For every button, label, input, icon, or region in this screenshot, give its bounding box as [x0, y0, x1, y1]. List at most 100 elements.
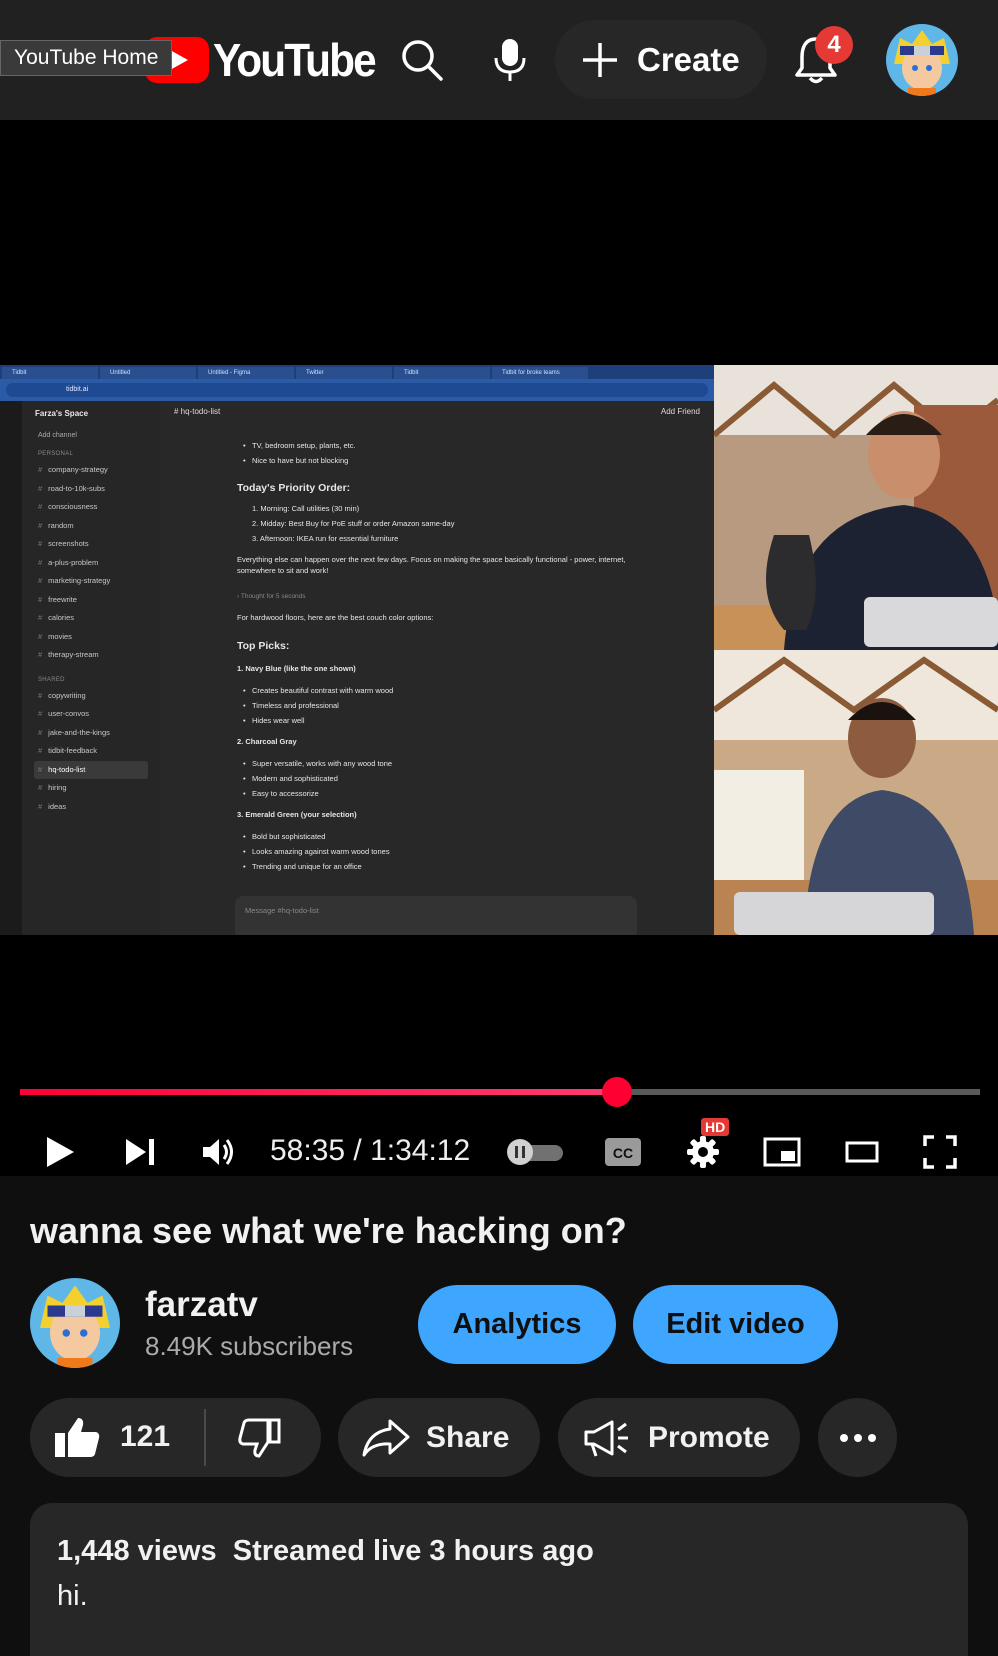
like-thumb-icon[interactable]: [54, 1416, 100, 1466]
chat-line: Nice to have but not blocking: [243, 455, 652, 466]
youtube-logo[interactable]: YouTube: [145, 34, 389, 86]
miniplayer-icon[interactable]: [762, 1120, 802, 1184]
like-count[interactable]: 121: [120, 1420, 170, 1454]
channel-item: copywriting: [22, 687, 160, 706]
time-display: 58:35 / 1:34:12: [270, 1134, 471, 1167]
browser-tab: Untitled: [100, 367, 196, 379]
subscriber-count: 8.49K subscribers: [145, 1331, 354, 1361]
progress-played: [20, 1089, 617, 1095]
edit-video-button[interactable]: Edit video: [633, 1285, 838, 1364]
plus-icon: [583, 42, 617, 77]
promote-label: Promote: [648, 1420, 770, 1454]
chat-line: Timeless and professional: [243, 700, 652, 711]
chat-heading: Top Picks:: [237, 640, 290, 652]
channel-item: road-to-10k-subs: [22, 480, 160, 499]
more-actions-button[interactable]: [818, 1398, 897, 1477]
space-name: Farza's Space: [35, 409, 89, 418]
share-arrow-icon: [362, 1419, 410, 1456]
browser-tab: Twitter: [296, 367, 392, 379]
create-label: Create: [637, 40, 740, 78]
svg-text:CC: CC: [613, 1145, 633, 1161]
chat-line: 2. Midday: Best Buy for PoE stuff or ord…: [252, 519, 455, 528]
video-player[interactable]: Tidbit Untitled Untitled - Figma Twitter…: [0, 120, 998, 1176]
analytics-button[interactable]: Analytics: [418, 1285, 616, 1364]
channel-item: therapy-stream: [22, 646, 160, 665]
play-icon[interactable]: [40, 1120, 80, 1184]
channel-item: user-convos: [22, 705, 160, 724]
channel-item: company-strategy: [22, 461, 160, 480]
message-input: Message #hq-todo-list: [235, 896, 637, 935]
channel-item: jake-and-the-kings: [22, 724, 160, 743]
chat-line: For hardwood floors, here are the best c…: [237, 613, 434, 622]
search-icon[interactable]: [396, 34, 448, 86]
description-meta: 1,448 views Streamed live 3 hours ago: [57, 1535, 594, 1568]
channel-item: calories: [22, 609, 160, 628]
personal-section-label: PERSONAL: [38, 451, 74, 457]
channel-avatar[interactable]: [30, 1278, 120, 1368]
megaphone-icon: [584, 1420, 628, 1456]
chat-line: Modern and sophisticated: [243, 773, 652, 784]
chat-line: 1. Navy Blue (like the one shown): [237, 664, 356, 673]
progress-scrubber[interactable]: [602, 1077, 632, 1107]
chat-line: 3. Emerald Green (your selection): [237, 810, 357, 819]
browser-tabstrip: Tidbit Untitled Untitled - Figma Twitter…: [0, 365, 714, 379]
chat-line: Super versatile, works with any wood ton…: [243, 758, 652, 769]
chat-line: Creates beautiful contrast with warm woo…: [243, 685, 652, 696]
chat-line: 3. Afternoon: IKEA run for essential fur…: [252, 534, 399, 543]
channel-item: movies: [22, 628, 160, 647]
webcam-feed-1: [714, 365, 998, 650]
dislike-thumb-icon[interactable]: [237, 1418, 281, 1466]
account-avatar[interactable]: [886, 24, 958, 96]
captions-icon[interactable]: CC: [603, 1120, 643, 1184]
chat-line: Looks amazing against warm wood tones: [243, 846, 652, 857]
chat-heading: Today's Priority Order:: [237, 482, 351, 494]
channel-name[interactable]: farzatv: [145, 1285, 258, 1325]
browser-tab: Untitled - Figma: [198, 367, 294, 379]
channel-item: freewrite: [22, 591, 160, 610]
channel-item: a-plus-problem: [22, 554, 160, 573]
volume-icon[interactable]: [198, 1120, 238, 1184]
chat-line: Bold but sophisticated: [243, 831, 652, 842]
chat-line: TV, bedroom setup, plants, etc.: [243, 440, 652, 451]
hd-badge: HD: [701, 1118, 730, 1136]
channel-sidebar: Farza's Space Add channel PERSONAL compa…: [22, 401, 160, 935]
channel-item: screenshots: [22, 535, 160, 554]
channel-item: marketing-strategy: [22, 572, 160, 591]
chat-line: Hides wear well: [243, 715, 652, 726]
top-app-bar: YouTube Home YouTube Create 4: [0, 0, 998, 120]
channel-item-active: hq-todo-list: [34, 760, 148, 779]
notification-badge: 4: [815, 26, 853, 64]
channel-item: hiring: [22, 779, 160, 798]
next-video-icon[interactable]: [120, 1120, 160, 1184]
logo-wordmark: YouTube: [213, 34, 377, 86]
chat-header: # hq-todo-list Add Friend: [160, 401, 714, 423]
more-horizontal-icon: [839, 1433, 876, 1442]
fullscreen-icon[interactable]: [920, 1120, 960, 1184]
add-friend: Add Friend: [660, 407, 700, 416]
video-frame[interactable]: Tidbit Untitled Untitled - Figma Twitter…: [0, 365, 998, 935]
channel-item: random: [22, 517, 160, 536]
create-button[interactable]: Create: [555, 20, 767, 99]
channel-item: ideas: [22, 798, 160, 817]
autoplay-toggle[interactable]: [505, 1120, 565, 1184]
share-label: Share: [426, 1420, 510, 1454]
browser-tab: Tidbit: [394, 367, 490, 379]
description-text: hi.: [57, 1580, 88, 1612]
channel-item: consciousness: [22, 498, 160, 517]
thought-indicator: › Thought for 5 seconds: [237, 593, 306, 600]
promote-button[interactable]: Promote: [558, 1398, 800, 1477]
chat-line: Trending and unique for an office: [243, 861, 652, 872]
app-rail: [0, 401, 22, 935]
add-channel: Add channel: [38, 432, 77, 439]
description-box[interactable]: [30, 1503, 968, 1656]
screen-share-browser: Tidbit Untitled Untitled - Figma Twitter…: [0, 365, 714, 935]
browser-tab: Tidbit for broke teams: [492, 367, 588, 379]
shared-section-label: SHARED: [38, 676, 65, 683]
chat-channel-name: # hq-todo-list: [174, 407, 221, 416]
chat-line: Everything else can happen over the next…: [237, 555, 626, 575]
like-dislike-group: 121: [30, 1398, 321, 1477]
theater-mode-icon[interactable]: [842, 1120, 882, 1184]
share-button[interactable]: Share: [338, 1398, 540, 1477]
microphone-icon[interactable]: [484, 34, 536, 86]
stream-date: Streamed live 3 hours ago: [232, 1535, 594, 1567]
